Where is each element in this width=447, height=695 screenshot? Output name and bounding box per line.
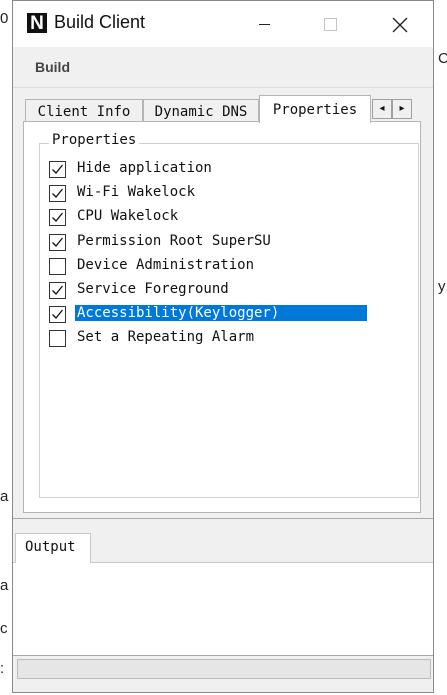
app-logo-icon: N [27, 13, 47, 34]
output-log[interactable] [13, 563, 433, 655]
property-option[interactable]: Set a Repeating Alarm [49, 328, 369, 350]
tab-scroll-right-button[interactable]: ▸ [392, 99, 412, 119]
property-option[interactable]: Accessibility(Keylogger) [49, 304, 369, 326]
property-option[interactable]: Hide application [49, 159, 369, 181]
property-checkbox[interactable] [49, 330, 66, 347]
background-text-fragment: a [0, 488, 9, 505]
property-checkbox[interactable] [49, 209, 66, 226]
background-text-fragment: C [438, 50, 447, 67]
property-option-label: Device Administration [77, 257, 255, 273]
close-icon [392, 17, 408, 32]
tab-dynamic-dns[interactable]: Dynamic DNS [143, 99, 259, 123]
property-checkbox[interactable] [49, 161, 66, 178]
tab-client-info[interactable]: Client Info [25, 99, 143, 123]
minimize-button[interactable] [241, 1, 287, 47]
property-checkbox[interactable] [49, 185, 66, 202]
property-option-label: CPU Wakelock [77, 208, 179, 224]
background-text-fragment: 0 [0, 10, 9, 27]
tab-output[interactable]: Output [15, 533, 91, 563]
property-checkbox[interactable] [49, 258, 66, 275]
property-option[interactable]: CPU Wakelock [49, 207, 369, 229]
checkmark-icon [52, 285, 64, 295]
property-checkbox[interactable] [49, 282, 66, 299]
maximize-button[interactable] [307, 1, 353, 47]
menu-build[interactable]: Build [35, 59, 70, 75]
background-text-fragment: a [0, 577, 9, 594]
tab-properties[interactable]: Properties [259, 95, 371, 123]
property-option-label: Service Foreground [77, 281, 229, 297]
checkmark-icon [52, 164, 64, 174]
menu-bar: Build [13, 47, 433, 88]
checkmark-icon [52, 212, 64, 222]
property-checkbox[interactable] [49, 306, 66, 323]
property-option[interactable]: Permission Root SuperSU [49, 232, 369, 254]
property-option-label: Wi-Fi Wakelock [77, 184, 196, 200]
output-panel: Output [13, 518, 433, 656]
checkmark-icon [52, 237, 64, 247]
property-option-label: Permission Root SuperSU [77, 233, 271, 249]
close-button[interactable] [377, 1, 423, 47]
background-text-fragment: c [0, 620, 8, 637]
output-tab-strip: Output [13, 519, 433, 563]
status-bar [13, 656, 433, 692]
background-text-fragment: y [438, 278, 446, 295]
chevron-right-icon: ▸ [399, 103, 405, 114]
property-option[interactable]: Wi-Fi Wakelock [49, 183, 369, 205]
property-option-label: Accessibility(Keylogger) [75, 305, 367, 321]
property-option-label: Hide application [77, 160, 212, 176]
window-title: Build Client [54, 12, 146, 32]
property-option-label: Set a Repeating Alarm [77, 329, 255, 345]
properties-group-title: Properties [49, 132, 140, 148]
title-bar[interactable]: N Build Client [13, 1, 433, 47]
build-progress-bar [17, 659, 431, 679]
property-checkbox[interactable] [49, 234, 66, 251]
minimize-icon [258, 24, 270, 25]
maximize-icon [323, 18, 337, 31]
property-option[interactable]: Service Foreground [49, 280, 369, 302]
chevron-left-icon: ◂ [379, 103, 385, 114]
tab-scroll-left-button[interactable]: ◂ [372, 99, 392, 119]
checkmark-icon [52, 188, 64, 198]
build-client-window: N Build Client Build Client Info Dynamic… [12, 0, 434, 693]
property-option[interactable]: Device Administration [49, 256, 369, 278]
background-text-fragment: : [0, 660, 5, 677]
checkmark-icon [52, 309, 64, 319]
